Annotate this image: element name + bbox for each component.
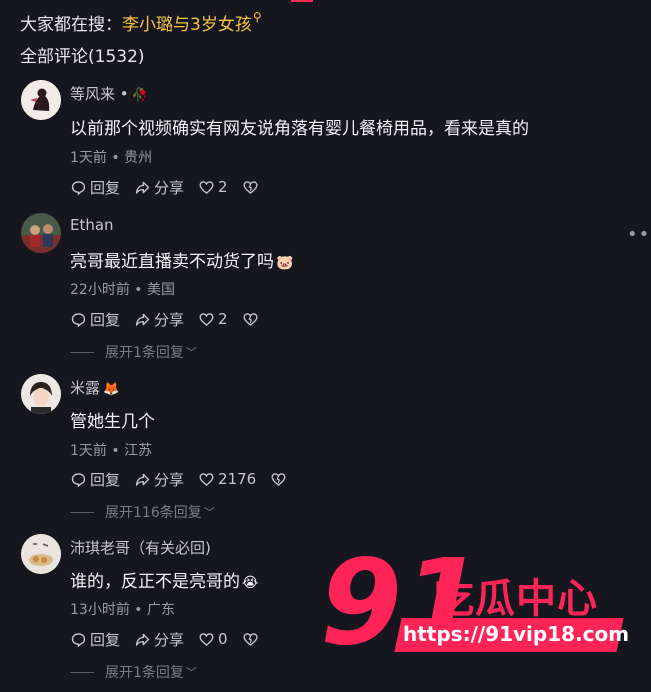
fox-icon: 🦊	[103, 382, 120, 397]
reply-button[interactable]: 回复	[70, 177, 120, 198]
reply-icon	[71, 180, 86, 195]
chevron-down-icon: ﹀	[185, 346, 197, 359]
watermark-chinese: 吃瓜中心	[434, 576, 598, 622]
avatar[interactable]	[21, 80, 61, 120]
dislike-button[interactable]	[270, 471, 287, 488]
share-icon	[135, 313, 150, 326]
reply-button[interactable]: 回复	[70, 309, 120, 330]
comment-text: 亮哥最近直播卖不动货了吗 🐷	[70, 252, 294, 272]
like-count: 0	[218, 630, 228, 648]
comment-username[interactable]: 米露 🦊	[70, 377, 119, 398]
broken-heart-icon	[271, 472, 286, 486]
avatar[interactable]	[21, 534, 61, 574]
trending-search-keyword[interactable]: 李小璐与3岁女孩	[122, 15, 252, 35]
comment-actions: 回复 分享 2176	[70, 469, 301, 489]
share-button[interactable]: 分享	[134, 309, 184, 330]
avatar-image	[21, 213, 61, 253]
comment-meta: 13小时前 • 广东	[70, 602, 175, 618]
comment-meta: 1天前 • 贵州	[70, 150, 153, 166]
top-accent-bar	[291, 0, 313, 2]
avatar-image	[21, 80, 61, 120]
avatar[interactable]	[21, 213, 61, 253]
reply-icon	[71, 312, 86, 327]
chevron-down-icon: ﹀	[203, 506, 215, 519]
comment-actions: 回复 分享 2	[70, 177, 273, 197]
share-icon	[135, 181, 150, 194]
comment-actions: 回复 分享 2	[70, 309, 273, 329]
like-count: 2	[218, 310, 228, 328]
heart-icon	[199, 312, 214, 326]
dislike-button[interactable]	[242, 311, 259, 328]
broken-heart-icon	[243, 312, 258, 326]
chevron-down-icon: ﹀	[185, 666, 197, 679]
share-button[interactable]: 分享	[134, 629, 184, 650]
reply-button[interactable]: 回复	[70, 469, 120, 490]
comment-meta: 22小时前 • 美国	[70, 282, 175, 298]
expand-replies[interactable]: 展开1条回复 ﹀	[70, 342, 197, 362]
comment-username[interactable]: 等风来 • 🥀	[70, 83, 148, 104]
heart-icon	[199, 632, 214, 646]
comment-count: 全部评论(1532)	[20, 47, 145, 67]
comments-header: 大家都在搜：李小璐与3岁女孩⚲ 全部评论(1532)	[0, 0, 651, 72]
trending-search-prefix: 大家都在搜：	[20, 15, 122, 35]
crying-emoji: 😭	[242, 575, 259, 591]
like-button[interactable]: 0	[198, 630, 228, 648]
share-button[interactable]: 分享	[134, 177, 184, 198]
broken-heart-icon	[243, 632, 258, 646]
expand-replies[interactable]: 展开1条回复 ﹀	[70, 662, 197, 682]
avatar-image	[21, 374, 61, 414]
badge-icon: 🥀	[131, 88, 148, 103]
expand-replies[interactable]: 展开116条回复 ﹀	[70, 502, 215, 522]
like-button[interactable]: 2176	[198, 470, 256, 488]
reply-button[interactable]: 回复	[70, 629, 120, 650]
comment-username[interactable]: 沛琪老哥（有关必回)	[70, 537, 211, 558]
search-icon[interactable]: ⚲	[253, 10, 262, 24]
more-options-icon[interactable]: •••	[627, 224, 651, 245]
avatar[interactable]	[21, 374, 61, 414]
heart-icon	[199, 472, 214, 486]
watermark-url: https://91vip18.com	[403, 622, 630, 646]
comment-actions: 回复 分享 0	[70, 629, 273, 649]
comment-text: 谁的，反正不是亮哥的 😭	[70, 572, 259, 592]
like-button[interactable]: 2	[198, 178, 228, 196]
divider	[70, 671, 94, 673]
comment-meta: 1天前 • 江苏	[70, 443, 153, 459]
reply-icon	[71, 632, 86, 647]
comment-text: 管她生几个	[70, 412, 155, 432]
reply-icon	[71, 472, 86, 487]
dislike-button[interactable]	[242, 179, 259, 196]
share-icon	[135, 473, 150, 486]
pig-emoji: 🐷	[276, 255, 294, 271]
share-icon	[135, 633, 150, 646]
divider	[70, 351, 94, 353]
comment-username[interactable]: Ethan	[70, 216, 114, 234]
like-button[interactable]: 2	[198, 310, 228, 328]
like-count: 2176	[218, 470, 257, 488]
divider	[70, 511, 94, 513]
share-button[interactable]: 分享	[134, 469, 184, 490]
dislike-button[interactable]	[242, 631, 259, 648]
heart-icon	[199, 180, 214, 194]
avatar-image	[21, 534, 61, 574]
trending-search[interactable]: 大家都在搜：李小璐与3岁女孩⚲	[20, 10, 262, 35]
comment-text: 以前那个视频确实有网友说角落有婴儿餐椅用品，看来是真的	[70, 119, 529, 139]
broken-heart-icon	[243, 180, 258, 194]
like-count: 2	[218, 178, 228, 196]
